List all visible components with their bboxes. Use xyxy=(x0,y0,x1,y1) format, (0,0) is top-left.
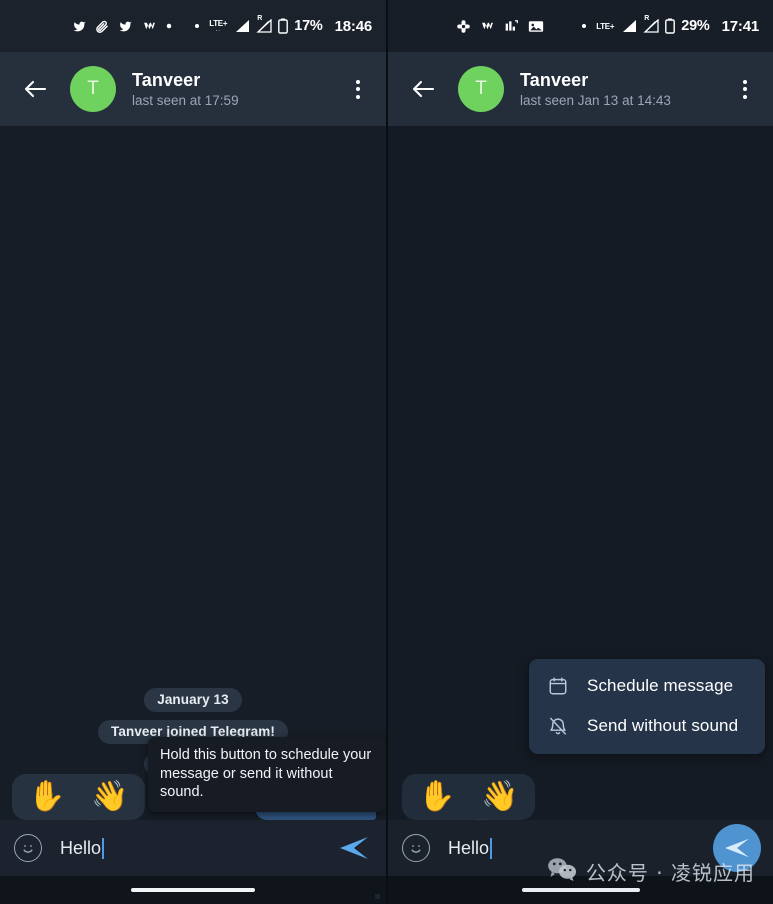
chart-app-icon xyxy=(504,18,519,34)
text-caret xyxy=(102,837,105,859)
twitter-icon xyxy=(118,18,133,34)
battery-percent: 29% xyxy=(681,18,710,34)
status-clock: 17:41 xyxy=(721,17,760,35)
left-nav-bar xyxy=(0,876,386,904)
roaming-badge: R xyxy=(257,15,263,22)
left-notification-icons xyxy=(0,18,172,34)
avatar[interactable]: T xyxy=(458,66,504,112)
send-options-context-menu: Schedule message Send without sound xyxy=(529,659,765,754)
contact-last-seen: last seen at 17:59 xyxy=(132,92,239,108)
right-chat-header: T Tanveer last seen Jan 13 at 14:43 xyxy=(388,52,773,126)
contact-name: Tanveer xyxy=(132,69,201,90)
calendar-icon xyxy=(547,675,569,697)
gallery-image-icon xyxy=(528,18,544,34)
date-separator-row: January 13 xyxy=(10,688,376,713)
pinwheel-icon xyxy=(456,18,471,34)
battery-icon xyxy=(278,18,289,34)
left-phone-panel: LTE+ .. R 17% 18:46 T Tanveer last seen … xyxy=(0,0,386,904)
signal-bars-icon xyxy=(234,19,250,33)
right-status-right: LTE+ R 29% 17:41 xyxy=(582,15,760,35)
status-clock: 18:46 xyxy=(334,17,373,35)
right-header-text[interactable]: Tanveer last seen Jan 13 at 14:43 xyxy=(520,70,731,108)
nav-corner-dot xyxy=(375,894,380,899)
battery-icon xyxy=(665,18,676,34)
right-nav-bar xyxy=(388,876,773,904)
waving-hand-emoji[interactable]: 👋 xyxy=(91,782,128,812)
smiley-icon[interactable] xyxy=(402,834,430,862)
left-message-list: January 13 Tanveer joined Telegram! Janu… xyxy=(0,126,386,827)
monzo-m-icon xyxy=(142,18,157,34)
monzo-m-icon xyxy=(480,18,495,34)
paperclip-icon xyxy=(96,18,109,34)
date-chip: January 13 xyxy=(144,688,242,713)
avatar-letter: T xyxy=(475,78,487,99)
home-indicator[interactable] xyxy=(521,887,640,893)
message-input-value: Hello xyxy=(60,837,102,858)
left-emoji-suggestion-strip[interactable]: ✋ 👋 xyxy=(12,774,145,827)
battery-percent: 17% xyxy=(294,18,323,34)
roaming-signal-icon: R xyxy=(643,15,659,33)
network-sublabel: .. xyxy=(215,26,221,33)
left-status-right: LTE+ .. R 17% 18:46 xyxy=(195,15,373,35)
tooltip-text: Hold this button to schedule your messag… xyxy=(160,747,372,801)
avatar-letter: T xyxy=(87,78,99,99)
back-arrow-icon[interactable] xyxy=(406,72,440,106)
left-header-text[interactable]: Tanveer last seen at 17:59 xyxy=(132,70,344,108)
raised-hand-emoji[interactable]: ✋ xyxy=(28,782,65,812)
send-paperplane-icon[interactable] xyxy=(334,828,374,868)
network-type-indicator: LTE+ xyxy=(596,21,615,31)
smiley-icon[interactable] xyxy=(14,834,42,862)
message-input-value: Hello xyxy=(448,837,490,858)
kebab-menu-icon[interactable] xyxy=(344,72,372,106)
left-status-bar: LTE+ .. R 17% 18:46 xyxy=(0,0,386,52)
avatar[interactable]: T xyxy=(70,66,116,112)
roaming-signal-icon: R xyxy=(256,15,272,33)
signal-bars-icon xyxy=(621,19,637,33)
status-separator-dot xyxy=(195,24,200,28)
right-status-bar: LTE+ R 29% 17:41 xyxy=(388,0,773,52)
right-notification-icons xyxy=(388,18,544,34)
menu-item-send-without-sound[interactable]: Send without sound xyxy=(529,706,765,746)
right-message-list: ✋ 👋 Schedule message Send without sound xyxy=(388,126,773,827)
contact-name: Tanveer xyxy=(520,69,589,90)
contact-last-seen: last seen Jan 13 at 14:43 xyxy=(520,92,671,108)
network-label: LTE+ xyxy=(596,21,615,31)
left-input-bar: Hello xyxy=(0,820,386,876)
message-input[interactable]: Hello xyxy=(448,837,713,859)
send-paperplane-icon[interactable] xyxy=(713,824,761,872)
back-arrow-icon[interactable] xyxy=(18,72,52,106)
right-emoji-suggestion-strip[interactable]: ✋ 👋 xyxy=(402,774,535,827)
screenshot-stage: LTE+ .. R 17% 18:46 T Tanveer last seen … xyxy=(0,0,773,904)
menu-item-schedule-message[interactable]: Schedule message xyxy=(529,666,765,706)
schedule-hint-tooltip: Hold this button to schedule your messag… xyxy=(148,737,386,812)
menu-item-label: Schedule message xyxy=(587,676,734,695)
text-caret xyxy=(490,837,493,859)
kebab-menu-icon[interactable] xyxy=(731,72,759,106)
menu-item-label: Send without sound xyxy=(587,716,739,735)
bell-off-icon xyxy=(547,715,569,737)
network-type-indicator: LTE+ .. xyxy=(209,19,227,33)
status-separator-dot xyxy=(582,24,587,28)
home-indicator[interactable] xyxy=(131,887,255,893)
twitter-icon xyxy=(72,18,87,34)
waving-hand-emoji[interactable]: 👋 xyxy=(481,782,518,812)
roaming-badge: R xyxy=(644,15,650,22)
right-phone-panel: LTE+ R 29% 17:41 T Tanveer last seen Jan… xyxy=(386,0,773,904)
right-input-bar: Hello xyxy=(388,820,773,876)
raised-hand-emoji[interactable]: ✋ xyxy=(418,782,455,812)
message-input[interactable]: Hello xyxy=(60,837,334,859)
left-chat-header: T Tanveer last seen at 17:59 xyxy=(0,52,386,126)
dot-icon xyxy=(166,18,172,34)
